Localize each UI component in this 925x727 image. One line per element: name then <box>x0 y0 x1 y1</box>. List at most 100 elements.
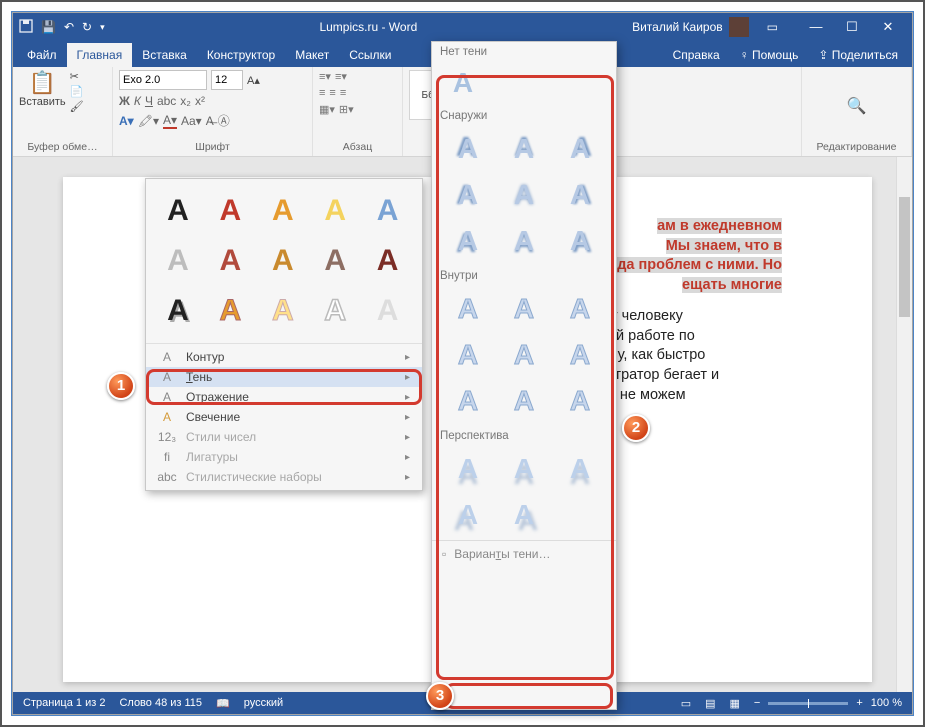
shadow-option[interactable]: A <box>498 380 550 422</box>
zoom-out-button[interactable]: − <box>754 697 760 709</box>
shadow-option[interactable]: A <box>498 220 550 262</box>
tab-home[interactable]: Главная <box>67 43 133 67</box>
shadow-option[interactable]: A <box>498 494 550 536</box>
shadow-option-none[interactable]: A <box>442 62 484 104</box>
close-button[interactable]: ✕ <box>870 19 906 35</box>
proofing-icon[interactable]: 📖 <box>216 697 230 710</box>
font-color-button[interactable]: A▾ <box>163 113 177 129</box>
format-painter-icon[interactable]: 🖌 <box>70 100 84 113</box>
cut-icon[interactable]: ✂ <box>70 70 84 83</box>
borders-icon[interactable]: ⊞▾ <box>339 103 354 116</box>
tab-help[interactable]: Справка <box>663 43 730 67</box>
maximize-button[interactable]: ☐ <box>834 19 870 35</box>
ribbon-options-icon[interactable]: ▭ <box>767 20 778 34</box>
fx-preset[interactable]: A <box>156 239 200 283</box>
tab-file[interactable]: Файл <box>17 43 67 67</box>
fx-shadow[interactable]: AТень▸ <box>146 367 422 387</box>
underline-button[interactable]: Ч <box>145 94 153 108</box>
clear-format-button[interactable]: A̶ <box>206 114 214 128</box>
fx-preset[interactable]: A <box>156 189 200 233</box>
paste-button[interactable]: Вставить <box>19 96 66 108</box>
fx-preset[interactable]: A <box>261 189 305 233</box>
fx-preset[interactable]: A <box>313 289 357 333</box>
view-print-icon[interactable]: ▤ <box>705 697 715 710</box>
shadow-option[interactable]: A <box>442 288 494 330</box>
fx-glow[interactable]: AСвечение▸ <box>146 407 422 427</box>
shadow-option[interactable]: A <box>442 494 494 536</box>
shadow-option[interactable]: A <box>498 174 550 216</box>
change-case-button[interactable]: Aa▾ <box>181 114 202 128</box>
font-name-input[interactable] <box>119 70 207 90</box>
fx-preset[interactable]: A <box>208 189 252 233</box>
shadow-option[interactable]: A <box>498 448 550 490</box>
autosave-icon[interactable] <box>19 19 33 36</box>
status-page[interactable]: Страница 1 из 2 <box>23 697 105 709</box>
align-right-icon[interactable]: ≡ <box>340 87 346 99</box>
tab-design[interactable]: Конструктор <box>197 43 285 67</box>
tab-share[interactable]: ⇪ Поделиться <box>808 43 908 67</box>
fx-preset[interactable]: A <box>261 289 305 333</box>
zoom-slider[interactable] <box>768 702 848 705</box>
shadow-option[interactable]: A <box>498 128 550 170</box>
undo-icon[interactable]: ↶ <box>64 20 74 34</box>
tab-assist[interactable]: ♀ Помощь <box>730 43 809 67</box>
minimize-button[interactable]: — <box>798 19 834 35</box>
shadow-option[interactable]: A <box>554 380 606 422</box>
tab-refs[interactable]: Ссылки <box>339 43 401 67</box>
align-center-icon[interactable]: ≡ <box>329 87 335 99</box>
user-name[interactable]: Виталий Каиров <box>632 20 723 34</box>
shading-icon[interactable]: ▦▾ <box>319 103 335 116</box>
shadow-option[interactable]: A <box>498 334 550 376</box>
view-web-icon[interactable]: ▦ <box>730 697 740 710</box>
fx-preset[interactable]: A <box>366 239 410 283</box>
fx-preset[interactable]: A <box>366 189 410 233</box>
save-icon[interactable]: 💾 <box>41 20 56 34</box>
fx-preset[interactable]: A <box>313 189 357 233</box>
status-language[interactable]: русский <box>244 697 283 709</box>
font-size-input[interactable] <box>211 70 243 90</box>
vertical-scrollbar[interactable] <box>896 157 912 692</box>
fx-preset[interactable]: A <box>366 289 410 333</box>
copy-icon[interactable]: 📄 <box>70 85 84 98</box>
sub-button[interactable]: x₂ <box>180 94 191 108</box>
shadow-option[interactable]: A <box>498 288 550 330</box>
zoom-level[interactable]: 100 % <box>871 697 902 709</box>
shadow-option[interactable]: A <box>442 174 494 216</box>
shadow-option[interactable]: A <box>554 220 606 262</box>
user-avatar[interactable] <box>729 17 749 37</box>
shadow-options-button[interactable]: ▫ Варианты тени… <box>432 540 616 567</box>
shadow-option[interactable]: A <box>554 334 606 376</box>
align-left-icon[interactable]: ≡ <box>319 87 325 99</box>
numbering-icon[interactable]: ≡▾ <box>335 70 347 83</box>
fx-preset[interactable]: A <box>313 239 357 283</box>
fx-outline[interactable]: AКонтур▸ <box>146 347 422 367</box>
highlight-button[interactable]: 🖍▾ <box>138 114 159 128</box>
shadow-option[interactable]: A <box>554 128 606 170</box>
redo-icon[interactable]: ↻ <box>82 20 92 34</box>
fx-preset[interactable]: A <box>156 289 200 333</box>
sup-button[interactable]: x² <box>195 94 205 108</box>
tab-insert[interactable]: Вставка <box>132 43 197 67</box>
fx-preset[interactable]: A <box>208 239 252 283</box>
bold-button[interactable]: Ж <box>119 94 130 108</box>
shadow-option[interactable]: A <box>442 334 494 376</box>
fx-reflection[interactable]: AОтражение▸ <box>146 387 422 407</box>
bullets-icon[interactable]: ≡▾ <box>319 70 331 83</box>
shadow-option[interactable]: A <box>554 174 606 216</box>
enclose-button[interactable]: Ⓐ <box>218 112 230 129</box>
shadow-option[interactable]: A <box>442 128 494 170</box>
fx-preset[interactable]: A <box>261 239 305 283</box>
find-icon[interactable]: 🔍 <box>847 96 867 116</box>
shadow-option[interactable]: A <box>554 288 606 330</box>
shadow-option[interactable]: A <box>554 448 606 490</box>
tab-layout[interactable]: Макет <box>285 43 339 67</box>
text-effects-button[interactable]: A▾ <box>119 114 134 128</box>
fx-preset[interactable]: A <box>208 289 252 333</box>
zoom-in-button[interactable]: + <box>856 697 862 709</box>
view-read-icon[interactable]: ▭ <box>681 697 691 710</box>
strike-button[interactable]: abc <box>157 94 176 108</box>
shadow-option[interactable]: A <box>442 448 494 490</box>
grow-font-icon[interactable]: A▴ <box>247 74 260 87</box>
status-words[interactable]: Слово 48 из 115 <box>119 697 202 709</box>
shadow-option[interactable]: A <box>442 380 494 422</box>
